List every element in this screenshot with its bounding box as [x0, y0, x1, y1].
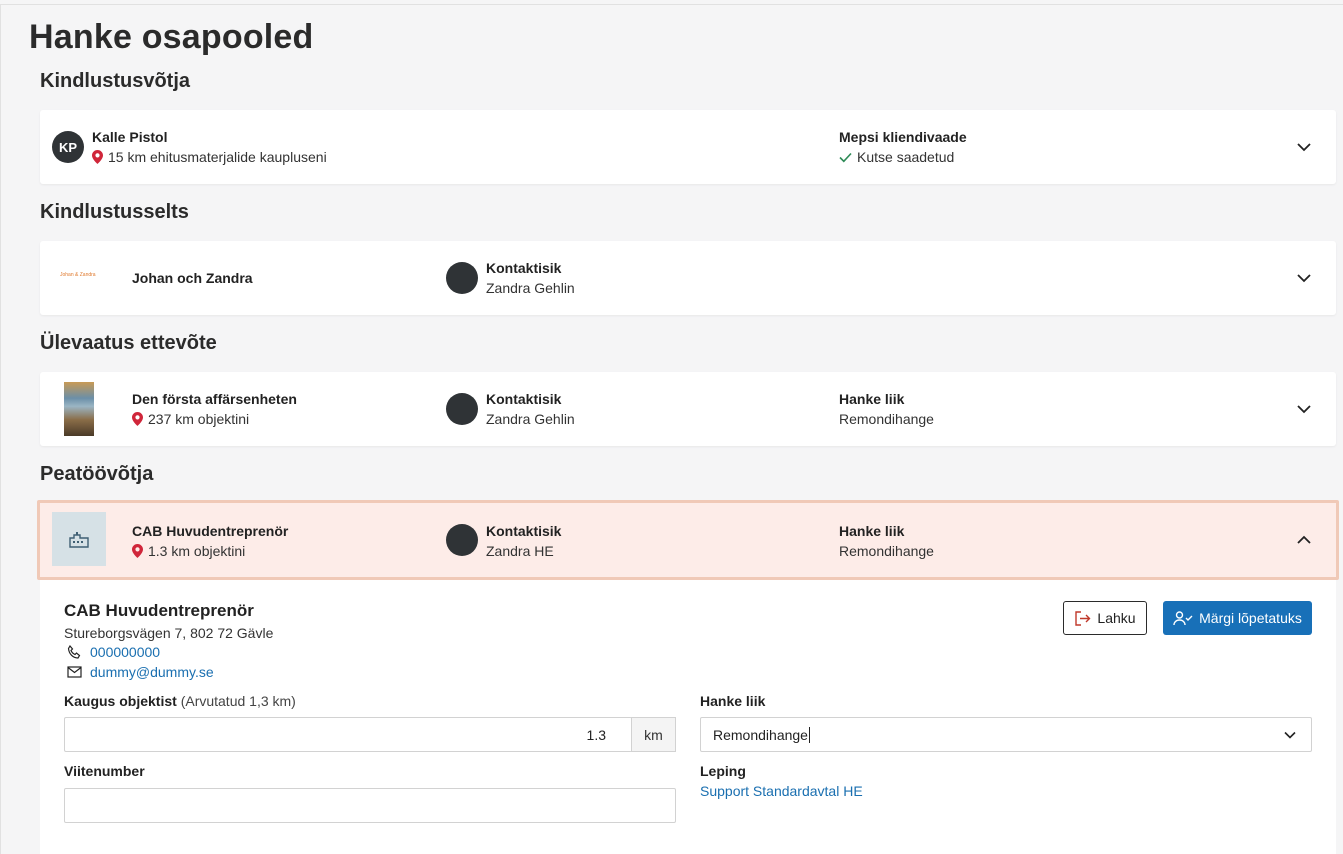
location-pin-icon	[92, 150, 103, 164]
inspection-distance: 237 km objektini	[132, 411, 249, 427]
reference-input[interactable]	[64, 788, 676, 823]
contract-link[interactable]: Support Standardavtal HE	[700, 783, 863, 799]
mail-icon	[67, 666, 82, 678]
section-title-insured: Kindlustusvõtja	[40, 70, 191, 92]
company-image	[64, 382, 94, 436]
contact-name: Zandra Gehlin	[486, 280, 575, 296]
contact-name: Zandra Gehlin	[486, 411, 575, 427]
status-badge: Kutse saadetud	[839, 149, 954, 165]
leave-button-label: Lahku	[1097, 610, 1136, 626]
company-placeholder	[52, 512, 106, 566]
chevron-down-icon[interactable]	[1294, 137, 1314, 157]
contract-label: Leping	[700, 763, 746, 779]
section-title-insurer: Kindlustusselts	[40, 201, 189, 223]
phone-icon	[67, 644, 81, 659]
page-title: Hanke osapooled	[29, 18, 314, 56]
top-divider	[0, 4, 1343, 5]
phone-link[interactable]: 000000000	[67, 644, 160, 660]
sign-out-icon	[1075, 610, 1091, 626]
contact-label: Kontaktisik	[486, 391, 562, 407]
left-divider	[0, 4, 1, 854]
main-contractor-card[interactable]: CAB Huvudentreprenör 1.3 km objektini Ko…	[37, 500, 1339, 580]
details-address: Stureborgsvägen 7, 802 72 Gävle	[64, 625, 274, 641]
location-pin-icon	[132, 544, 143, 558]
chevron-down-icon[interactable]	[1294, 399, 1314, 419]
procurement-type-select-label: Hanke liik	[700, 693, 766, 709]
leave-button[interactable]: Lahku	[1063, 601, 1147, 635]
inspection-name: Den första affärsenheten	[132, 391, 297, 407]
distance-input[interactable]: 1.3	[64, 717, 632, 752]
status-label: Mepsi kliendivaade	[839, 129, 967, 145]
procurement-type-label: Hanke liik	[839, 523, 905, 539]
inspection-card[interactable]: Den första affärsenheten 237 km objektin…	[40, 372, 1336, 446]
contact-label: Kontaktisik	[486, 523, 562, 539]
distance-label: Kaugus objektist (Arvutatud 1,3 km)	[64, 693, 296, 709]
insured-card[interactable]: KP Kalle Pistol 15 km ehitusmaterjalide …	[40, 110, 1336, 184]
procurement-type-select[interactable]: Remondihange	[700, 717, 1312, 752]
email-link[interactable]: dummy@dummy.se	[67, 664, 214, 680]
procurement-type-selected: Remondihange	[713, 727, 810, 743]
contractor-distance: 1.3 km objektini	[132, 543, 245, 559]
company-logo: Johan & Zandra	[60, 272, 96, 278]
contractor-name: CAB Huvudentreprenör	[132, 523, 289, 539]
contact-name: Zandra HE	[486, 543, 554, 559]
avatar: KP	[52, 131, 84, 163]
building-icon	[69, 532, 89, 548]
user-check-icon	[1173, 610, 1193, 625]
insured-distance: 15 km ehitusmaterjalide kaupluseni	[92, 149, 327, 165]
insurer-card[interactable]: Johan & Zandra Johan och Zandra Kontakti…	[40, 241, 1336, 315]
procurement-type-label: Hanke liik	[839, 391, 905, 407]
procurement-type-value: Remondihange	[839, 543, 934, 559]
contact-label: Kontaktisik	[486, 260, 562, 276]
mark-complete-button[interactable]: Märgi lõpetatuks	[1163, 601, 1312, 635]
mark-complete-label: Märgi lõpetatuks	[1199, 610, 1302, 626]
distance-unit: km	[631, 717, 676, 752]
check-icon	[839, 152, 852, 163]
chevron-down-icon[interactable]	[1294, 268, 1314, 288]
contact-avatar	[446, 393, 478, 425]
insured-name: Kalle Pistol	[92, 129, 168, 145]
contact-avatar	[446, 262, 478, 294]
distance-hint: (Arvutatud 1,3 km)	[180, 693, 296, 709]
chevron-down-icon	[1284, 731, 1296, 739]
procurement-type-value: Remondihange	[839, 411, 934, 427]
reference-label: Viitenumber	[64, 763, 145, 779]
chevron-up-icon[interactable]	[1294, 530, 1314, 550]
insurer-name: Johan och Zandra	[132, 270, 253, 286]
location-pin-icon	[132, 412, 143, 426]
details-company-name: CAB Huvudentreprenör	[64, 601, 254, 620]
section-title-inspection: Ülevaatus ettevõte	[40, 332, 217, 354]
distance-input-value: 1.3	[586, 727, 606, 743]
contact-avatar	[446, 524, 478, 556]
section-title-main-contractor: Peatöövõtja	[40, 463, 154, 485]
